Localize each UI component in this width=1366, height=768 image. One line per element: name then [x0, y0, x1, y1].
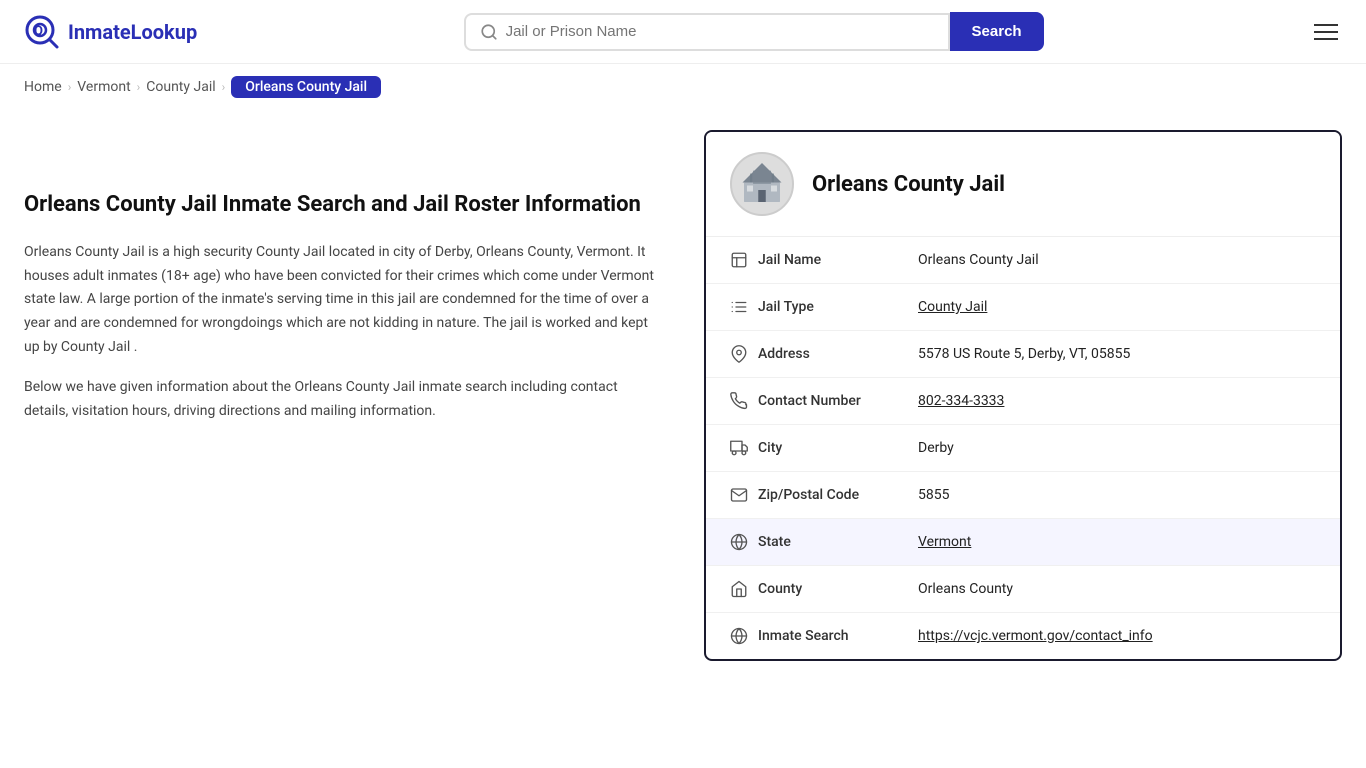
logo-text: InmateLookup — [68, 20, 197, 44]
info-row-contact: Contact Number 802-334-3333 — [706, 378, 1340, 425]
inmate-search-link[interactable]: https://vcjc.vermont.gov/contact_info — [918, 628, 1153, 644]
info-row-state: State Vermont — [706, 519, 1340, 566]
city-value: Derby — [918, 440, 954, 456]
header: Q InmateLookup Search — [0, 0, 1366, 64]
state-label: State — [758, 534, 918, 550]
jail-name-icon — [730, 251, 758, 269]
jail-name-label: Jail Name — [758, 252, 918, 268]
address-icon — [730, 345, 758, 363]
info-row-jail-name: Jail Name Orleans County Jail — [706, 237, 1340, 284]
menu-button[interactable] — [1310, 15, 1342, 49]
inmate-search-label: Inmate Search — [758, 628, 918, 644]
info-row-zip: Zip/Postal Code 5855 — [706, 472, 1340, 519]
logo-icon: Q — [24, 14, 60, 50]
info-card: Orleans County Jail Jail Name Orleans Co… — [704, 130, 1342, 661]
left-column: Orleans County Jail Inmate Search and Ja… — [24, 130, 664, 661]
menu-line-1 — [1314, 24, 1338, 26]
info-row-jail-type: Jail Type County Jail — [706, 284, 1340, 331]
info-row-city: City Derby — [706, 425, 1340, 472]
breadcrumb: Home › Vermont › County Jail › Orleans C… — [0, 64, 1366, 110]
address-value: 5578 US Route 5, Derby, VT, 05855 — [918, 346, 1130, 362]
county-icon — [730, 580, 758, 598]
inmate-search-icon — [730, 627, 758, 645]
info-row-county: County Orleans County — [706, 566, 1340, 613]
zip-value: 5855 — [918, 487, 949, 503]
search-wrapper — [464, 13, 950, 51]
search-button[interactable]: Search — [950, 12, 1044, 51]
menu-line-2 — [1314, 31, 1338, 33]
search-area: Search — [464, 12, 1044, 51]
contact-value[interactable]: 802-334-3333 — [918, 393, 1004, 409]
info-row-inmate-search: Inmate Search https://vcjc.vermont.gov/c… — [706, 613, 1340, 659]
breadcrumb-sep-1: › — [68, 80, 72, 94]
breadcrumb-vermont[interactable]: Vermont — [77, 79, 130, 95]
county-value: Orleans County — [918, 581, 1013, 597]
state-icon — [730, 533, 758, 551]
mail-icon — [730, 486, 758, 504]
jail-building-icon — [738, 160, 786, 208]
search-input[interactable] — [506, 23, 934, 40]
breadcrumb-current: Orleans County Jail — [231, 76, 381, 98]
card-title: Orleans County Jail — [812, 172, 1005, 197]
info-row-address: Address 5578 US Route 5, Derby, VT, 0585… — [706, 331, 1340, 378]
right-column: Orleans County Jail Jail Name Orleans Co… — [704, 130, 1342, 661]
city-icon — [730, 439, 758, 457]
county-label: County — [758, 581, 918, 597]
search-icon — [480, 23, 498, 41]
jail-avatar — [730, 152, 794, 216]
menu-line-3 — [1314, 38, 1338, 40]
svg-text:Q: Q — [34, 24, 43, 39]
logo-link[interactable]: Q InmateLookup — [24, 14, 197, 50]
breadcrumb-sep-2: › — [137, 80, 141, 94]
jail-type-value[interactable]: County Jail — [918, 299, 987, 315]
phone-icon — [730, 392, 758, 410]
state-value[interactable]: Vermont — [918, 534, 971, 550]
breadcrumb-home[interactable]: Home — [24, 79, 62, 95]
description-para-1: Orleans County Jail is a high security C… — [24, 241, 664, 360]
zip-label: Zip/Postal Code — [758, 487, 918, 503]
address-label: Address — [758, 346, 918, 362]
breadcrumb-sep-3: › — [222, 80, 226, 94]
contact-label: Contact Number — [758, 393, 918, 409]
main-content: Orleans County Jail Inmate Search and Ja… — [0, 110, 1366, 701]
card-header: Orleans County Jail — [706, 132, 1340, 237]
city-label: City — [758, 440, 918, 456]
page-heading: Orleans County Jail Inmate Search and Ja… — [24, 190, 664, 221]
jail-type-label: Jail Type — [758, 299, 918, 315]
description-para-2: Below we have given information about th… — [24, 376, 664, 424]
jail-type-icon — [730, 298, 758, 316]
jail-name-value: Orleans County Jail — [918, 252, 1039, 268]
breadcrumb-county-jail[interactable]: County Jail — [146, 79, 215, 95]
